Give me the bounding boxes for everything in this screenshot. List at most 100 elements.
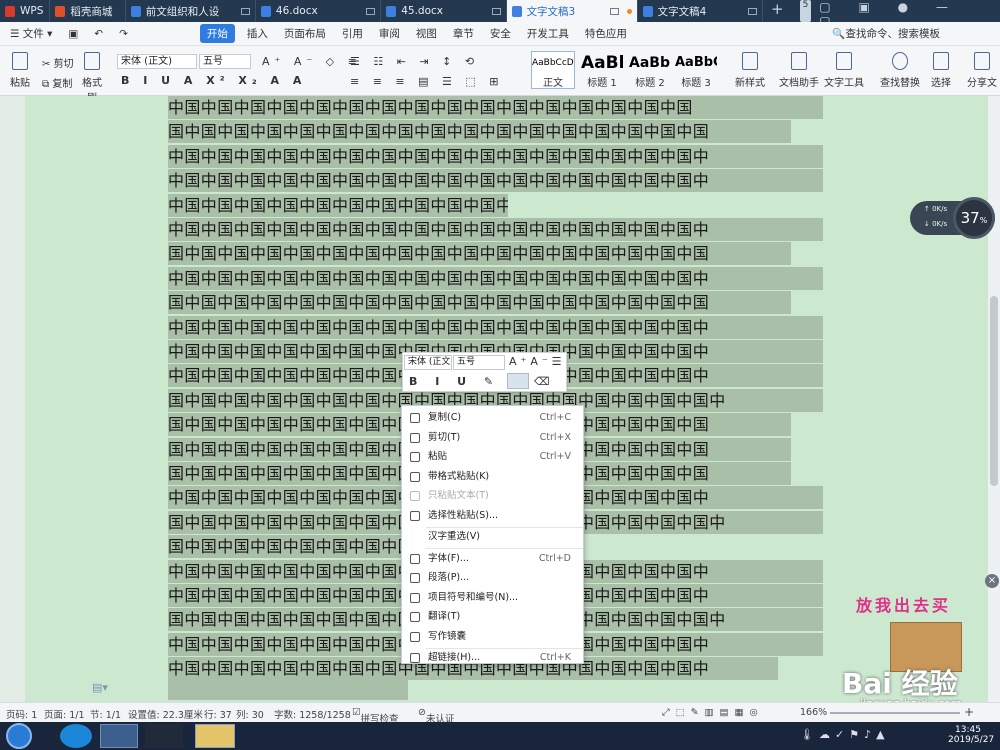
tab-6[interactable]: 文字文稿4 (638, 0, 763, 22)
menu-item-0[interactable]: 开始 (199, 24, 235, 43)
file-menu-button[interactable]: ☰ 文件 ▾ (0, 26, 60, 41)
font-size-grow-shrink[interactable]: A⁺ A⁻ ◇ ≡ (262, 55, 362, 68)
menu-item-3[interactable]: 引用 (334, 26, 371, 41)
list-buttons[interactable]: ☰ ☷ ⇤ ⇥ ↕ ⟲ (350, 55, 479, 68)
save-icon[interactable]: ▣ (60, 28, 86, 40)
context-item-11[interactable]: 写作镜囊 (402, 628, 583, 646)
text-line[interactable]: 中国中国中国中国中国中国中国中国中国中国中国中国中国中国中国中国中 (168, 144, 823, 168)
menu-item-6[interactable]: 章节 (445, 26, 482, 41)
mini-size-value: 五号 (457, 357, 476, 367)
mini-font-select[interactable]: 宋体 (正文 (404, 355, 452, 370)
tray-icons[interactable]: 🌡☁✓⚑♪▲ (800, 728, 890, 741)
tab-3[interactable]: 46.docx (256, 0, 382, 22)
wps-taskbar-icon[interactable] (100, 724, 138, 748)
status-setting: 设置值: 22.3厘米 (128, 710, 203, 721)
list-icon (410, 592, 420, 603)
zoom-slider[interactable] (830, 712, 960, 714)
font-family-select[interactable]: 宋体 (正文) (117, 54, 197, 69)
paste-button[interactable]: 粘贴 (8, 50, 32, 89)
download-speed: ↓ 0K/s (924, 220, 948, 228)
net-speed-widget[interactable]: ↑ 0K/s ↓ 0K/s 37% (910, 197, 995, 239)
doc-helper-button[interactable]: 文档助手 (778, 50, 820, 89)
redo-icon[interactable]: ↷ (111, 28, 136, 40)
mini-size-select[interactable]: 五号 (453, 355, 505, 370)
view-mode-buttons[interactable]: ⤢⬚✎▥▤▦◎ (662, 707, 764, 718)
context-item-9[interactable]: 项目符号和编号(N)... (402, 589, 583, 607)
select-button[interactable]: 选择 (926, 50, 956, 89)
start-button[interactable] (6, 723, 32, 749)
upload-speed-value: 0K/s (932, 205, 948, 213)
tab-doc-icon (260, 5, 271, 17)
align-buttons[interactable]: ≡ ≡ ≡ ▤ ☰ ⬚ ⊞ (350, 75, 504, 88)
status-words[interactable]: 字数: 1258/1258 (274, 707, 351, 721)
context-item-8[interactable]: 段落(P)... (402, 569, 583, 587)
scroll-thumb[interactable] (990, 296, 998, 486)
ie-icon[interactable] (60, 724, 92, 748)
tab-label: WPS (20, 5, 44, 17)
menu-item-9[interactable]: 特色应用 (577, 26, 635, 41)
page-layout-icon[interactable]: ▤▾ (92, 681, 108, 694)
cut-button[interactable]: ✂ 剪切 (42, 55, 74, 70)
context-item-1[interactable]: 剪切(T) Ctrl+X (402, 429, 583, 447)
tab-count-badge[interactable]: 5 (799, 0, 812, 22)
text-line[interactable]: 中国中国中国中国中国中国中国中国中国中国中国中国中国中国中国中国中 (168, 315, 823, 339)
text-line[interactable]: 国中国中国中国中国中国中国中国中国中国中国中国中国中国中国中国中国 (168, 242, 791, 266)
find-replace-button[interactable]: 查找替换 (878, 50, 922, 89)
text-line[interactable]: 中国中国中国中国中国中国中国中国中国中国中国中国中国中国中国中国中 (168, 169, 823, 193)
mini-eraser-icon[interactable]: ⌫ (534, 375, 550, 388)
baidu-watermark-logo: Bai 经验 (842, 667, 958, 700)
clock[interactable]: 13:45 2019/5/27 (948, 725, 994, 745)
window-controls[interactable]: ▢ ▣ ● — ▢ (819, 0, 992, 28)
text-line[interactable]: 中国中国中国中国中国中国中国中国中国中国中国中国中国中国中国中国中 (168, 218, 823, 241)
context-item-2[interactable]: 粘贴 Ctrl+V (402, 448, 583, 466)
context-item-0[interactable]: 复制(C) Ctrl+C (402, 409, 583, 427)
cut-label: 剪切 (53, 59, 74, 70)
status-col: 列: 30 (236, 710, 264, 721)
context-item-10[interactable]: 翻译(T) (402, 608, 583, 626)
search-command[interactable]: 🔍查找命令、搜索模板 (824, 26, 1000, 41)
style-normal[interactable]: AaBbCcDd 正文 (531, 51, 575, 89)
context-item-3[interactable]: 带格式粘贴(K) (402, 468, 583, 486)
app-taskbar-icon[interactable] (145, 724, 183, 748)
context-item-7[interactable]: 字体(F)... Ctrl+D (402, 550, 583, 568)
text-tools-button[interactable]: 文字工具 (822, 50, 866, 89)
menu-item-8[interactable]: 开发工具 (519, 26, 577, 41)
share-button[interactable]: 分享文 (964, 50, 1000, 89)
status-pages: 页面: 1/1 (44, 710, 85, 721)
undo-icon[interactable]: ↶ (86, 28, 111, 40)
menu-item-1[interactable]: 插入 (239, 26, 276, 41)
menu-item-2[interactable]: 页面布局 (276, 26, 334, 41)
tab-4[interactable]: 45.docx (381, 0, 507, 22)
new-tab-button[interactable]: + (771, 0, 784, 22)
new-style-button[interactable]: 新样式 (732, 50, 768, 89)
text-line[interactable]: 中国中国中国中国中国中国中国中国中国中国中国中国中国中国中国中国中 (168, 266, 823, 290)
context-item-6[interactable]: 汉字重选(V) (402, 528, 583, 546)
vertical-scrollbar[interactable] (988, 96, 1000, 702)
context-item-12[interactable]: 超链接(H)... Ctrl+K (402, 649, 583, 667)
close-circle-icon[interactable]: × (985, 574, 999, 588)
style-heading2[interactable]: AaBb(标题 2 (628, 51, 672, 89)
font-format-buttons[interactable]: B I U A X² X₂ A A (121, 74, 306, 87)
mini-size-buttons[interactable]: A⁺A⁻☰ (509, 355, 566, 368)
text-line[interactable]: 中国中国中国中国中国中国中国中国中国中国中国中国中国中国中国中国 (168, 96, 823, 119)
text-line[interactable]: 国中国中国中国中国中国中国中国中国中国中国中国中国中国中国中国中国 (168, 120, 791, 144)
menu-item-7[interactable]: 安全 (482, 26, 519, 41)
menu-item-5[interactable]: 视图 (408, 26, 445, 41)
style-heading1[interactable]: AaBb 标题 1 (580, 51, 624, 89)
menu-item-4[interactable]: 审阅 (371, 26, 408, 41)
font-size-select[interactable]: 五号 (199, 54, 251, 69)
text-line[interactable]: 国中国中国中国中国中国中国中国中国中国中国中国中国中国中国中国中国 (168, 291, 791, 315)
mini-align-button[interactable] (507, 373, 529, 389)
cert-status[interactable]: ⊘ 未认证 (418, 707, 454, 725)
style-heading3[interactable]: AaBbC 标题 3 (674, 51, 718, 89)
copy-button[interactable]: ⧉ 复制 (42, 75, 72, 90)
text-line[interactable]: 中国中国中国中国中国中国中国中国中国中国中国中国中国中国中国 (168, 193, 508, 217)
tab-0[interactable]: WPS (0, 0, 51, 22)
folder-taskbar-icon[interactable] (195, 724, 235, 748)
context-item-5[interactable]: 选择性粘贴(S)... (402, 507, 583, 525)
tab-1[interactable]: 稻壳商城 (50, 0, 126, 22)
tab-2[interactable]: 前文组织和人设 (126, 0, 256, 22)
spell-check-button[interactable]: ☑ 拼写检查 (352, 707, 399, 725)
zoom-in-button[interactable]: + (964, 705, 974, 719)
tab-5[interactable]: 文字文稿3 (506, 0, 638, 22)
